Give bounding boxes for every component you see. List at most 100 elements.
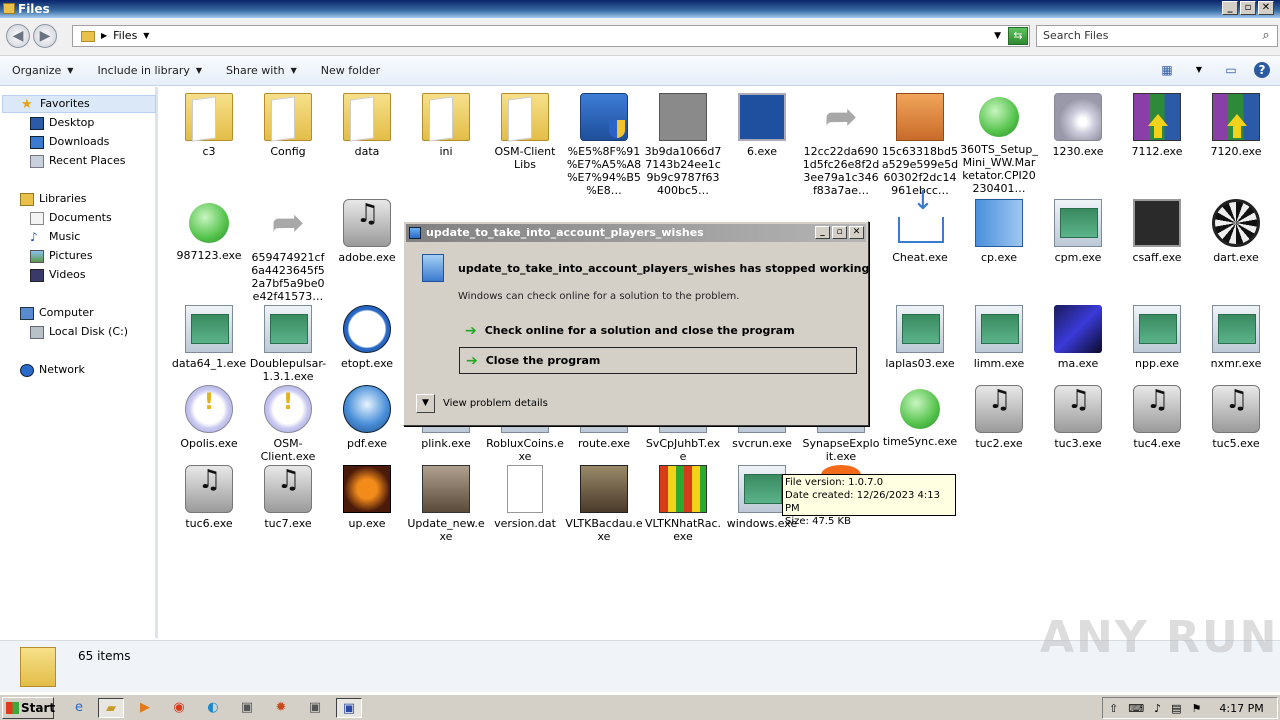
file-item[interactable]: laplas03.exe bbox=[881, 299, 959, 370]
file-item[interactable]: 12cc22da6901d5fc26e8f2d3ee79a1c346f83a7a… bbox=[802, 87, 880, 197]
file-item[interactable]: VLTKBacdau.exe bbox=[565, 459, 643, 543]
share-with-menu[interactable]: Share with ▼ bbox=[226, 64, 297, 77]
app-window-icon[interactable]: ▣ bbox=[234, 698, 260, 718]
file-item[interactable]: ini bbox=[407, 87, 485, 158]
back-button[interactable]: ◀ bbox=[6, 24, 30, 48]
ie-icon[interactable]: e bbox=[66, 698, 92, 718]
forward-button[interactable]: ▶ bbox=[33, 24, 57, 48]
nav-item-favorites[interactable]: ★ Favorites bbox=[2, 95, 156, 113]
app-window-icon[interactable]: ▣ bbox=[302, 698, 328, 718]
close-button[interactable]: ✕ bbox=[1258, 1, 1274, 15]
up-app-icon[interactable]: ✹ bbox=[268, 698, 294, 718]
file-item[interactable]: limm.exe bbox=[960, 299, 1038, 370]
address-field[interactable]: ▶ Files ▼ ▼ bbox=[72, 25, 1030, 47]
new-folder-button[interactable]: New folder bbox=[321, 64, 380, 77]
file-item[interactable]: dart.exe bbox=[1197, 193, 1275, 264]
file-item[interactable]: 7112.exe bbox=[1118, 87, 1196, 158]
file-item[interactable]: OSM-Client.exe bbox=[249, 379, 327, 463]
file-item[interactable]: %E5%8F%91%E7%A5%A8%E7%94%B5%E8… bbox=[565, 87, 643, 197]
file-item[interactable]: 659474921cf6a4423645f52a7bf5a9be0e42f415… bbox=[249, 193, 327, 303]
help-icon[interactable]: ? bbox=[1254, 62, 1270, 78]
organize-menu[interactable]: Organize ▼ bbox=[12, 64, 73, 77]
volume-icon[interactable]: ♪ bbox=[1154, 702, 1161, 715]
file-item[interactable]: 3b9da1066d77143b24ee1c9b9c9787f63400bc5… bbox=[644, 87, 722, 197]
file-item[interactable]: Doublepulsar-1.3.1.exe bbox=[249, 299, 327, 383]
minimize-button[interactable]: _ bbox=[1222, 1, 1238, 15]
file-item[interactable]: OSM-Client Libs bbox=[486, 87, 564, 171]
nav-item-local-disk[interactable]: Local Disk (C:) bbox=[30, 323, 128, 341]
nav-item-recent[interactable]: Recent Places bbox=[30, 152, 126, 170]
file-item[interactable]: nxmr.exe bbox=[1197, 299, 1275, 370]
file-item[interactable]: VLTKNhatRac.exe bbox=[644, 459, 722, 543]
chevron-down-icon[interactable]: ▼ bbox=[1190, 61, 1208, 79]
preview-pane-icon[interactable]: ▭ bbox=[1222, 61, 1240, 79]
chevron-down-icon[interactable]: ▼ bbox=[416, 394, 435, 413]
file-item[interactable]: tuc7.exe bbox=[249, 459, 327, 530]
maximize-button[interactable]: ▫ bbox=[1240, 1, 1256, 15]
file-item[interactable]: tuc6.exe bbox=[170, 459, 248, 530]
view-details-toggle[interactable]: ▼ View problem details bbox=[416, 394, 548, 413]
nav-item-computer[interactable]: Computer bbox=[20, 304, 94, 322]
file-item[interactable]: npp.exe bbox=[1118, 299, 1196, 370]
file-item[interactable]: cp.exe bbox=[960, 193, 1038, 264]
file-item[interactable]: 15c63318bd5a529e599e5d60302f2dc14961ebcc… bbox=[881, 87, 959, 197]
refresh-button[interactable]: ⇆ bbox=[1008, 27, 1028, 45]
file-item[interactable]: c3 bbox=[170, 87, 248, 158]
file-item[interactable]: 360TS_Setup_Mini_WW.Marketator.CPI202304… bbox=[960, 87, 1038, 195]
file-item[interactable]: Config bbox=[249, 87, 327, 158]
breadcrumb[interactable]: Files bbox=[113, 26, 137, 46]
file-item[interactable]: tuc3.exe bbox=[1039, 379, 1117, 450]
file-item[interactable]: adobe.exe bbox=[328, 193, 406, 264]
file-item[interactable]: pdf.exe bbox=[328, 379, 406, 450]
explorer-icon[interactable]: ▰ bbox=[98, 698, 124, 718]
tray-expand-icon[interactable]: ⇧ bbox=[1109, 702, 1118, 715]
file-item[interactable]: 1230.exe bbox=[1039, 87, 1117, 158]
nav-item-music[interactable]: ♪ Music bbox=[30, 228, 80, 246]
file-item[interactable]: data64_1.exe bbox=[170, 299, 248, 370]
edge-icon[interactable]: ◐ bbox=[200, 698, 226, 718]
start-button[interactable]: Start bbox=[2, 697, 55, 719]
file-item[interactable]: csaff.exe bbox=[1118, 193, 1196, 264]
nav-item-network[interactable]: Network bbox=[20, 361, 85, 379]
nav-item-desktop[interactable]: Desktop bbox=[30, 114, 94, 132]
error-dialog-task-icon[interactable]: ▣ bbox=[336, 698, 362, 718]
search-icon[interactable]: ⌕ bbox=[1257, 28, 1275, 44]
close-program-button[interactable]: ➔ Close the program bbox=[459, 347, 857, 374]
file-item[interactable]: timeSync.exe bbox=[881, 379, 959, 448]
nav-item-libraries[interactable]: Libraries bbox=[20, 190, 87, 208]
nav-item-downloads[interactable]: Downloads bbox=[30, 133, 109, 151]
file-item[interactable]: Cheat.exe bbox=[881, 193, 959, 264]
file-item[interactable]: data bbox=[328, 87, 406, 158]
file-item[interactable]: tuc5.exe bbox=[1197, 379, 1275, 450]
nav-item-documents[interactable]: Documents bbox=[30, 209, 112, 227]
file-item[interactable]: etopt.exe bbox=[328, 299, 406, 370]
file-item[interactable]: cpm.exe bbox=[1039, 193, 1117, 264]
file-item[interactable]: tuc4.exe bbox=[1118, 379, 1196, 450]
chrome-icon[interactable]: ◉ bbox=[166, 698, 192, 718]
include-in-library-menu[interactable]: Include in library ▼ bbox=[97, 64, 202, 77]
dialog-maximize-button[interactable]: ▫ bbox=[832, 226, 847, 239]
media-player-icon[interactable]: ▶ bbox=[132, 698, 158, 718]
action-center-icon[interactable]: ⚑ bbox=[1192, 702, 1202, 715]
keyboard-icon[interactable]: ⌨ bbox=[1128, 702, 1144, 715]
network-tray-icon[interactable]: ▤ bbox=[1171, 702, 1181, 715]
nav-item-pictures[interactable]: Pictures bbox=[30, 247, 93, 265]
file-item[interactable]: Opolis.exe bbox=[170, 379, 248, 450]
check-online-button[interactable]: ➔ Check online for a solution and close … bbox=[459, 317, 857, 344]
file-item[interactable]: up.exe bbox=[328, 459, 406, 530]
address-dropdown-icon[interactable]: ▼ bbox=[994, 26, 1001, 46]
search-input[interactable]: Search Files ⌕ bbox=[1036, 25, 1278, 47]
dialog-close-button[interactable]: ✕ bbox=[849, 226, 864, 239]
chevron-down-icon[interactable]: ▼ bbox=[143, 26, 149, 46]
file-item[interactable]: 6.exe bbox=[723, 87, 801, 158]
file-item[interactable]: tuc2.exe bbox=[960, 379, 1038, 450]
dialog-minimize-button[interactable]: _ bbox=[815, 226, 830, 239]
nav-item-videos[interactable]: Videos bbox=[30, 266, 86, 284]
file-item[interactable]: Update_new.exe bbox=[407, 459, 485, 543]
file-item[interactable]: version.dat bbox=[486, 459, 564, 530]
clock[interactable]: 4:17 PM bbox=[1219, 702, 1263, 715]
view-options-icon[interactable]: ▦ bbox=[1158, 61, 1176, 79]
file-item[interactable]: 987123.exe bbox=[170, 193, 248, 262]
file-item[interactable]: ma.exe bbox=[1039, 299, 1117, 370]
file-item[interactable]: 7120.exe bbox=[1197, 87, 1275, 158]
